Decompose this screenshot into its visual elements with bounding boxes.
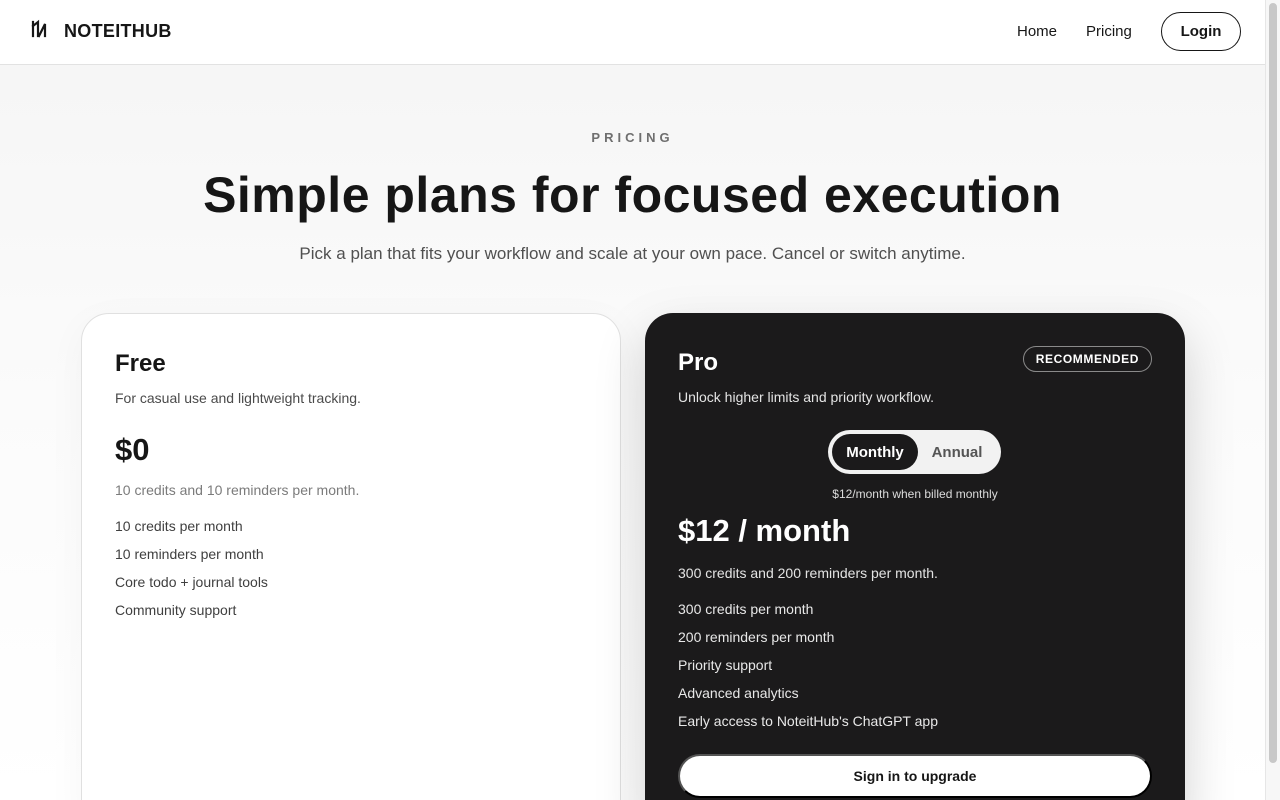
feature-item: 300 credits per month: [678, 601, 814, 617]
sign-in-to-upgrade-button[interactable]: Sign in to upgrade: [678, 754, 1152, 798]
noteithub-logo-icon[interactable]: [30, 18, 50, 40]
feature-item: 10 reminders per month: [115, 546, 264, 562]
login-button[interactable]: Login: [1161, 12, 1241, 51]
brand-name[interactable]: NOTEITHUB: [64, 21, 172, 42]
billing-toggle-annual[interactable]: Annual: [918, 434, 996, 470]
page-subtitle: Pick a plan that fits your workflow and …: [299, 244, 966, 263]
page-scrollbar[interactable]: [1265, 0, 1280, 800]
nav-link-pricing[interactable]: Pricing: [1086, 23, 1132, 40]
feature-item: Early access to NoteitHub's ChatGPT app: [678, 713, 938, 729]
page-title: Simple plans for focused execution: [203, 167, 1062, 223]
feature-item: Community support: [115, 602, 237, 618]
site-header: NOTEITHUB Home Pricing Login: [0, 0, 1265, 65]
plan-name: Pro: [678, 349, 719, 376]
plan-description: For casual use and lightweight tracking.: [115, 390, 361, 406]
feature-item: Priority support: [678, 657, 773, 673]
plan-price: $0: [115, 432, 150, 467]
billing-toggle-monthly[interactable]: Monthly: [832, 434, 918, 470]
feature-list: 300 credits per month 200 reminders per …: [678, 601, 938, 741]
plan-price: $12 / month: [678, 513, 851, 548]
feature-item: Advanced analytics: [678, 685, 799, 701]
billing-note: $12/month when billed monthly: [832, 487, 998, 501]
scrollbar-thumb[interactable]: [1269, 3, 1277, 763]
plan-summary: 300 credits and 200 reminders per month.: [678, 565, 938, 581]
feature-list: 10 credits per month 10 reminders per mo…: [115, 518, 268, 630]
plan-summary: 10 credits and 10 reminders per month.: [115, 482, 360, 498]
plan-name: Free: [115, 350, 166, 377]
plan-card-free: Free For casual use and lightweight trac…: [81, 313, 621, 800]
plan-card-pro: Pro RECOMMENDED Unlock higher limits and…: [645, 313, 1185, 800]
section-eyebrow: PRICING: [591, 130, 674, 145]
feature-item: 200 reminders per month: [678, 629, 835, 645]
feature-item: Core todo + journal tools: [115, 574, 268, 590]
billing-toggle: Monthly Annual: [828, 430, 1001, 474]
nav-link-home[interactable]: Home: [1017, 23, 1057, 40]
plan-description: Unlock higher limits and priority workfl…: [678, 389, 934, 405]
feature-item: 10 credits per month: [115, 518, 243, 534]
recommended-badge: RECOMMENDED: [1022, 346, 1152, 372]
